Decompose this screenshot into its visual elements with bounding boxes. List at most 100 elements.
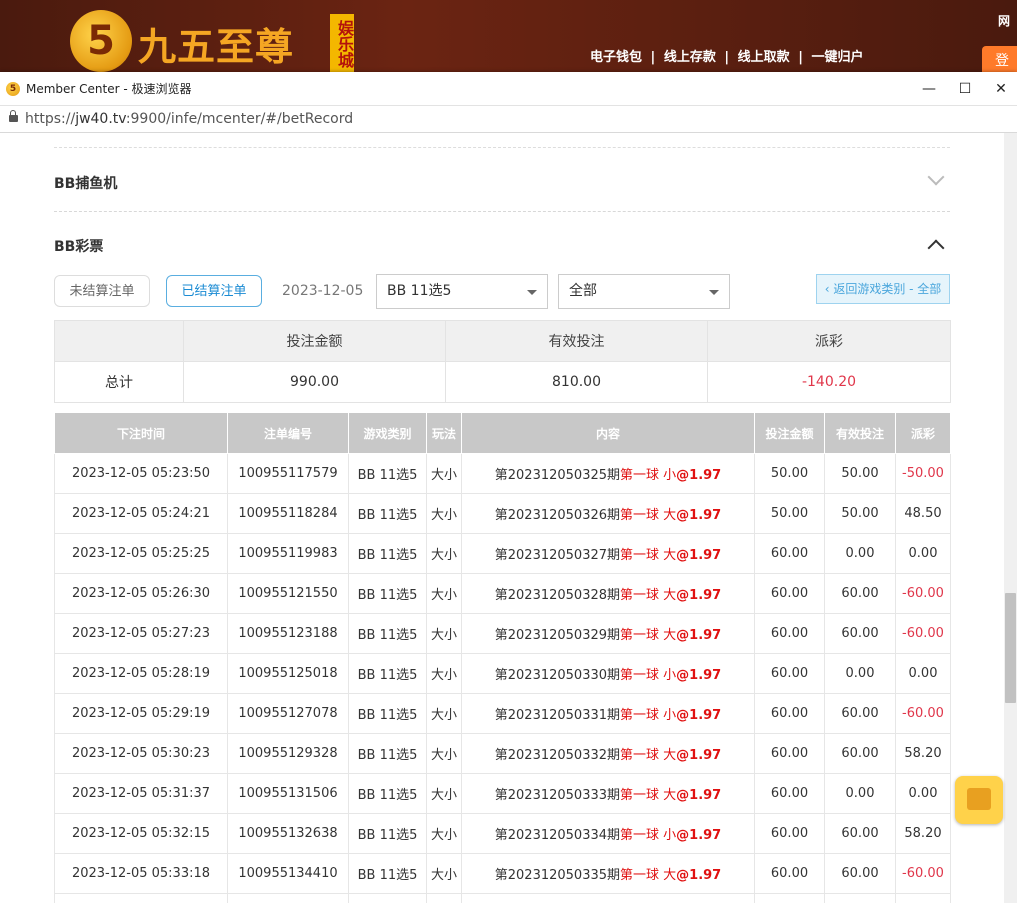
cell-content: 第202312050332期第一球 大@1.97 (461, 733, 755, 774)
site-nav-withdraw[interactable]: 线上取款 (738, 50, 790, 65)
cell-time: 2023-12-05 05:30:23 (54, 733, 228, 774)
browser-window: 5 Member Center - 极速浏览器 — ☐ ✕ https://jw… (0, 72, 1017, 903)
content-pick: 第一球 小 (620, 668, 677, 683)
page-content: BB捕鱼机 BB彩票 未结算注单 已结算注单 2023-12-05 BB 11选… (0, 133, 1004, 903)
cell-payout: -50.00 (895, 453, 951, 494)
table-row: 2023-12-05 05:23:50 100955117579 BB 11选5 大小… (54, 453, 951, 494)
table-row: 2023-12-05 05:34:24100955136353BB 11选5大小… (54, 893, 951, 903)
filter-bar: 未结算注单 已结算注单 2023-12-05 BB 11选5 全部 ‹ 返回游戏… (54, 273, 950, 309)
cell-time: 2023-12-05 05:32:15 (54, 813, 228, 854)
cell-play: 大小 (426, 613, 462, 654)
cell-valid: 60.00 (824, 813, 896, 854)
summary-header-row: 投注金额 有效投注 派彩 (54, 320, 951, 362)
col-header-game: 游戏类别 (348, 412, 427, 454)
tab-unsettled[interactable]: 未结算注单 (54, 275, 150, 307)
cell-payout: 0.00 (895, 653, 951, 694)
section-bb-lottery[interactable]: BB彩票 (54, 236, 950, 257)
cell-content: 第202312050335期第一球 大@1.97 (461, 853, 755, 894)
col-header-payout: 派彩 (895, 412, 951, 454)
col-header-valid: 有效投注 (824, 412, 896, 454)
cell-game: BB 11选5 (348, 693, 427, 734)
table-row: 2023-12-05 05:32:15 100955132638 BB 11选5 大小… (54, 813, 951, 854)
address-bar[interactable]: https://jw40.tv:9900/infe/mcenter/#/betR… (0, 105, 1017, 133)
cell-valid: 0.00 (824, 773, 896, 814)
summary-header-empty (54, 320, 184, 362)
content-issue: 第202312050330期 (494, 668, 621, 683)
cell-content: 第202312050329期第一球 大@1.97 (461, 613, 755, 654)
tab-settled[interactable]: 已结算注单 (166, 275, 262, 307)
vertical-scrollbar[interactable] (1004, 133, 1017, 903)
cell-play: 大小 (426, 853, 462, 894)
content-issue: 第202312050327期 (494, 548, 621, 563)
cell-id: 100955129328 (227, 733, 349, 774)
date-filter[interactable]: 2023-12-05 (282, 283, 363, 299)
content-odds: @1.97 (676, 708, 722, 723)
cell-play: 大小 (426, 893, 462, 903)
cell-time: 2023-12-05 05:26:30 (54, 573, 228, 614)
content-odds: @1.97 (676, 628, 722, 643)
game-select[interactable]: BB 11选5 (376, 274, 548, 309)
cell-play: 大小 (426, 573, 462, 614)
cell-play: 大小 (426, 533, 462, 574)
content-pick: 第一球 大 (620, 628, 677, 643)
cell-id: 100955127078 (227, 693, 349, 734)
site-nav-consolidate[interactable]: 一键归户 (811, 50, 863, 65)
summary-header-valid: 有效投注 (445, 320, 708, 362)
floating-wallet-icon[interactable] (955, 776, 1003, 824)
chevron-down-icon[interactable] (927, 168, 945, 186)
bet-records-table: 下注时间 注单编号 游戏类别 玩法 内容 投注金额 有效投注 派彩 2023-1… (54, 412, 951, 903)
col-header-bet: 投注金额 (754, 412, 825, 454)
cell-valid: 60.00 (824, 733, 896, 774)
content-pick: 第一球 大 (620, 788, 677, 803)
summary-header-payout: 派彩 (707, 320, 951, 362)
cell-valid: 60.00 (824, 613, 896, 654)
cell-game: BB 11选5 (348, 573, 427, 614)
content-odds: @1.97 (676, 508, 722, 523)
scrollbar-thumb[interactable] (1005, 593, 1016, 703)
divider (54, 211, 950, 212)
cell-bet: 60.00 (754, 613, 825, 654)
site-nav: 电子钱包 | 线上存款 | 线上取款 | 一键归户 (588, 46, 866, 65)
site-nav-deposit[interactable]: 线上存款 (664, 50, 716, 65)
back-to-category-button[interactable]: ‹ 返回游戏类别 - 全部 (816, 274, 950, 304)
content-pick: 第一球 大 (620, 748, 677, 763)
cell-id: 100955123188 (227, 613, 349, 654)
content-issue: 第202312050334期 (494, 828, 621, 843)
cell-bet: 60.00 (754, 893, 825, 903)
cell-payout: -60.00 (895, 573, 951, 614)
cell-content: 第202312050331期第一球 小@1.97 (461, 693, 755, 734)
cell-content: 第202312050325期第一球 小@1.97 (461, 453, 755, 494)
content-pick: 第一球 大 (620, 588, 677, 603)
cell-bet: 60.00 (754, 773, 825, 814)
cell-payout: 58.20 (895, 813, 951, 854)
records-header-row: 下注时间 注单编号 游戏类别 玩法 内容 投注金额 有效投注 派彩 (54, 412, 951, 454)
cell-payout: -60.00 (895, 853, 951, 894)
content-odds: @1.97 (676, 668, 722, 683)
minimize-button[interactable]: — (918, 78, 940, 100)
content-issue: 第202312050329期 (494, 628, 621, 643)
summary-bet-amount: 990.00 (183, 361, 446, 403)
cell-time: 2023-12-05 05:34:24 (54, 893, 228, 903)
url-text[interactable]: https://jw40.tv:9900/infe/mcenter/#/betR… (25, 111, 353, 127)
chevron-up-icon[interactable] (927, 239, 945, 257)
col-header-play: 玩法 (426, 412, 462, 454)
cell-bet: 60.00 (754, 853, 825, 894)
summary-total-row: 总计 990.00 810.00 -140.20 (54, 361, 951, 403)
cell-play: 大小 (426, 813, 462, 854)
cell-bet: 60.00 (754, 693, 825, 734)
cell-time: 2023-12-05 05:33:18 (54, 853, 228, 894)
cell-game: BB 11选5 (348, 733, 427, 774)
type-select-value: 全部 (569, 283, 597, 299)
content-odds: @1.97 (676, 788, 722, 803)
section-bb-fishing[interactable]: BB捕鱼机 (54, 168, 950, 193)
maximize-button[interactable]: ☐ (954, 78, 976, 100)
site-right-link[interactable]: 网 (998, 12, 1010, 29)
cell-time: 2023-12-05 05:29:19 (54, 693, 228, 734)
site-nav-wallet[interactable]: 电子钱包 (590, 50, 642, 65)
cell-play: 大小 (426, 773, 462, 814)
type-select[interactable]: 全部 (558, 274, 730, 309)
cell-payout: -60.00 (895, 893, 951, 903)
close-button[interactable]: ✕ (990, 78, 1012, 100)
content-odds: @1.97 (676, 468, 722, 483)
content-issue: 第202312050328期 (494, 588, 621, 603)
